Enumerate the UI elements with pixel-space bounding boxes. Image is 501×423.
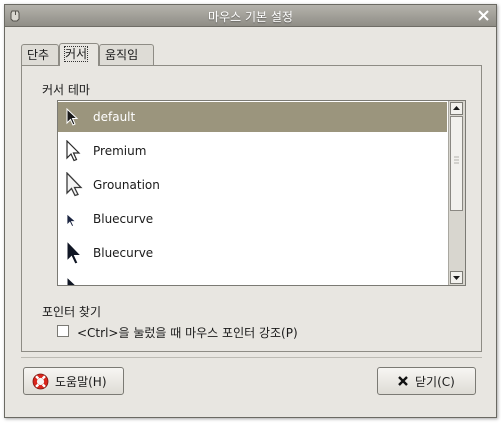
list-item-bluecurve-small[interactable]: Bluecurve <box>58 204 447 234</box>
arrow-cursor-icon <box>66 240 83 265</box>
arrow-cursor-icon <box>66 213 77 228</box>
help-button[interactable]: 도움말(H) <box>23 367 124 395</box>
tab-buttons[interactable]: 단추 <box>21 44 59 65</box>
highlight-pointer-checkbox[interactable] <box>57 325 69 337</box>
scroll-thumb[interactable] <box>450 116 463 211</box>
find-pointer-heading: 포인터 찾기 <box>42 305 102 319</box>
list-item-premium[interactable]: Premium <box>58 136 447 166</box>
close-icon[interactable] <box>477 9 490 22</box>
cursor-theme-heading: 커서 테마 <box>42 83 90 97</box>
tab-cursor[interactable]: 커서 <box>59 43 99 66</box>
chevron-up-icon <box>453 106 460 110</box>
grip-icon <box>454 156 459 164</box>
scroll-down-button[interactable] <box>450 271 463 284</box>
title-bar[interactable]: 마우스 기본 설정 <box>5 5 496 27</box>
arrow-cursor-icon <box>66 172 83 197</box>
list-item-partial[interactable] <box>58 272 447 285</box>
cursor-tab-panel: 커서 테마 default Premium Grounation Bluecur… <box>21 65 482 352</box>
scroll-up-button[interactable] <box>450 102 463 115</box>
help-button-label: 도움말(H) <box>55 375 107 389</box>
list-item-grounation[interactable]: Grounation <box>58 170 447 200</box>
tab-motion[interactable]: 움직임 <box>99 44 154 65</box>
highlight-pointer-label[interactable]: <Ctrl>을 눌렀을 때 마우스 포인터 강조(P) <box>77 324 298 341</box>
list-scrollbar[interactable] <box>448 101 465 285</box>
close-button[interactable]: 닫기(C) <box>377 367 476 395</box>
list-item-default[interactable]: default <box>58 102 447 132</box>
cursor-theme-list[interactable]: default Premium Grounation Bluecurve Blu… <box>57 100 466 286</box>
list-item-bluecurve-large[interactable]: Bluecurve <box>58 238 447 268</box>
arrow-cursor-icon <box>66 108 79 126</box>
chevron-down-icon <box>453 276 460 280</box>
close-button-label: 닫기(C) <box>415 375 455 389</box>
lifebuoy-icon <box>32 373 49 390</box>
mouse-preferences-window: 마우스 기본 설정 단추 커서 움직임 커서 테마 default Premiu… <box>4 4 497 418</box>
close-x-icon <box>398 376 408 386</box>
divider <box>21 357 482 358</box>
arrow-cursor-icon <box>66 276 77 285</box>
window-title: 마우스 기본 설정 <box>208 10 293 24</box>
arrow-cursor-icon <box>66 140 81 162</box>
